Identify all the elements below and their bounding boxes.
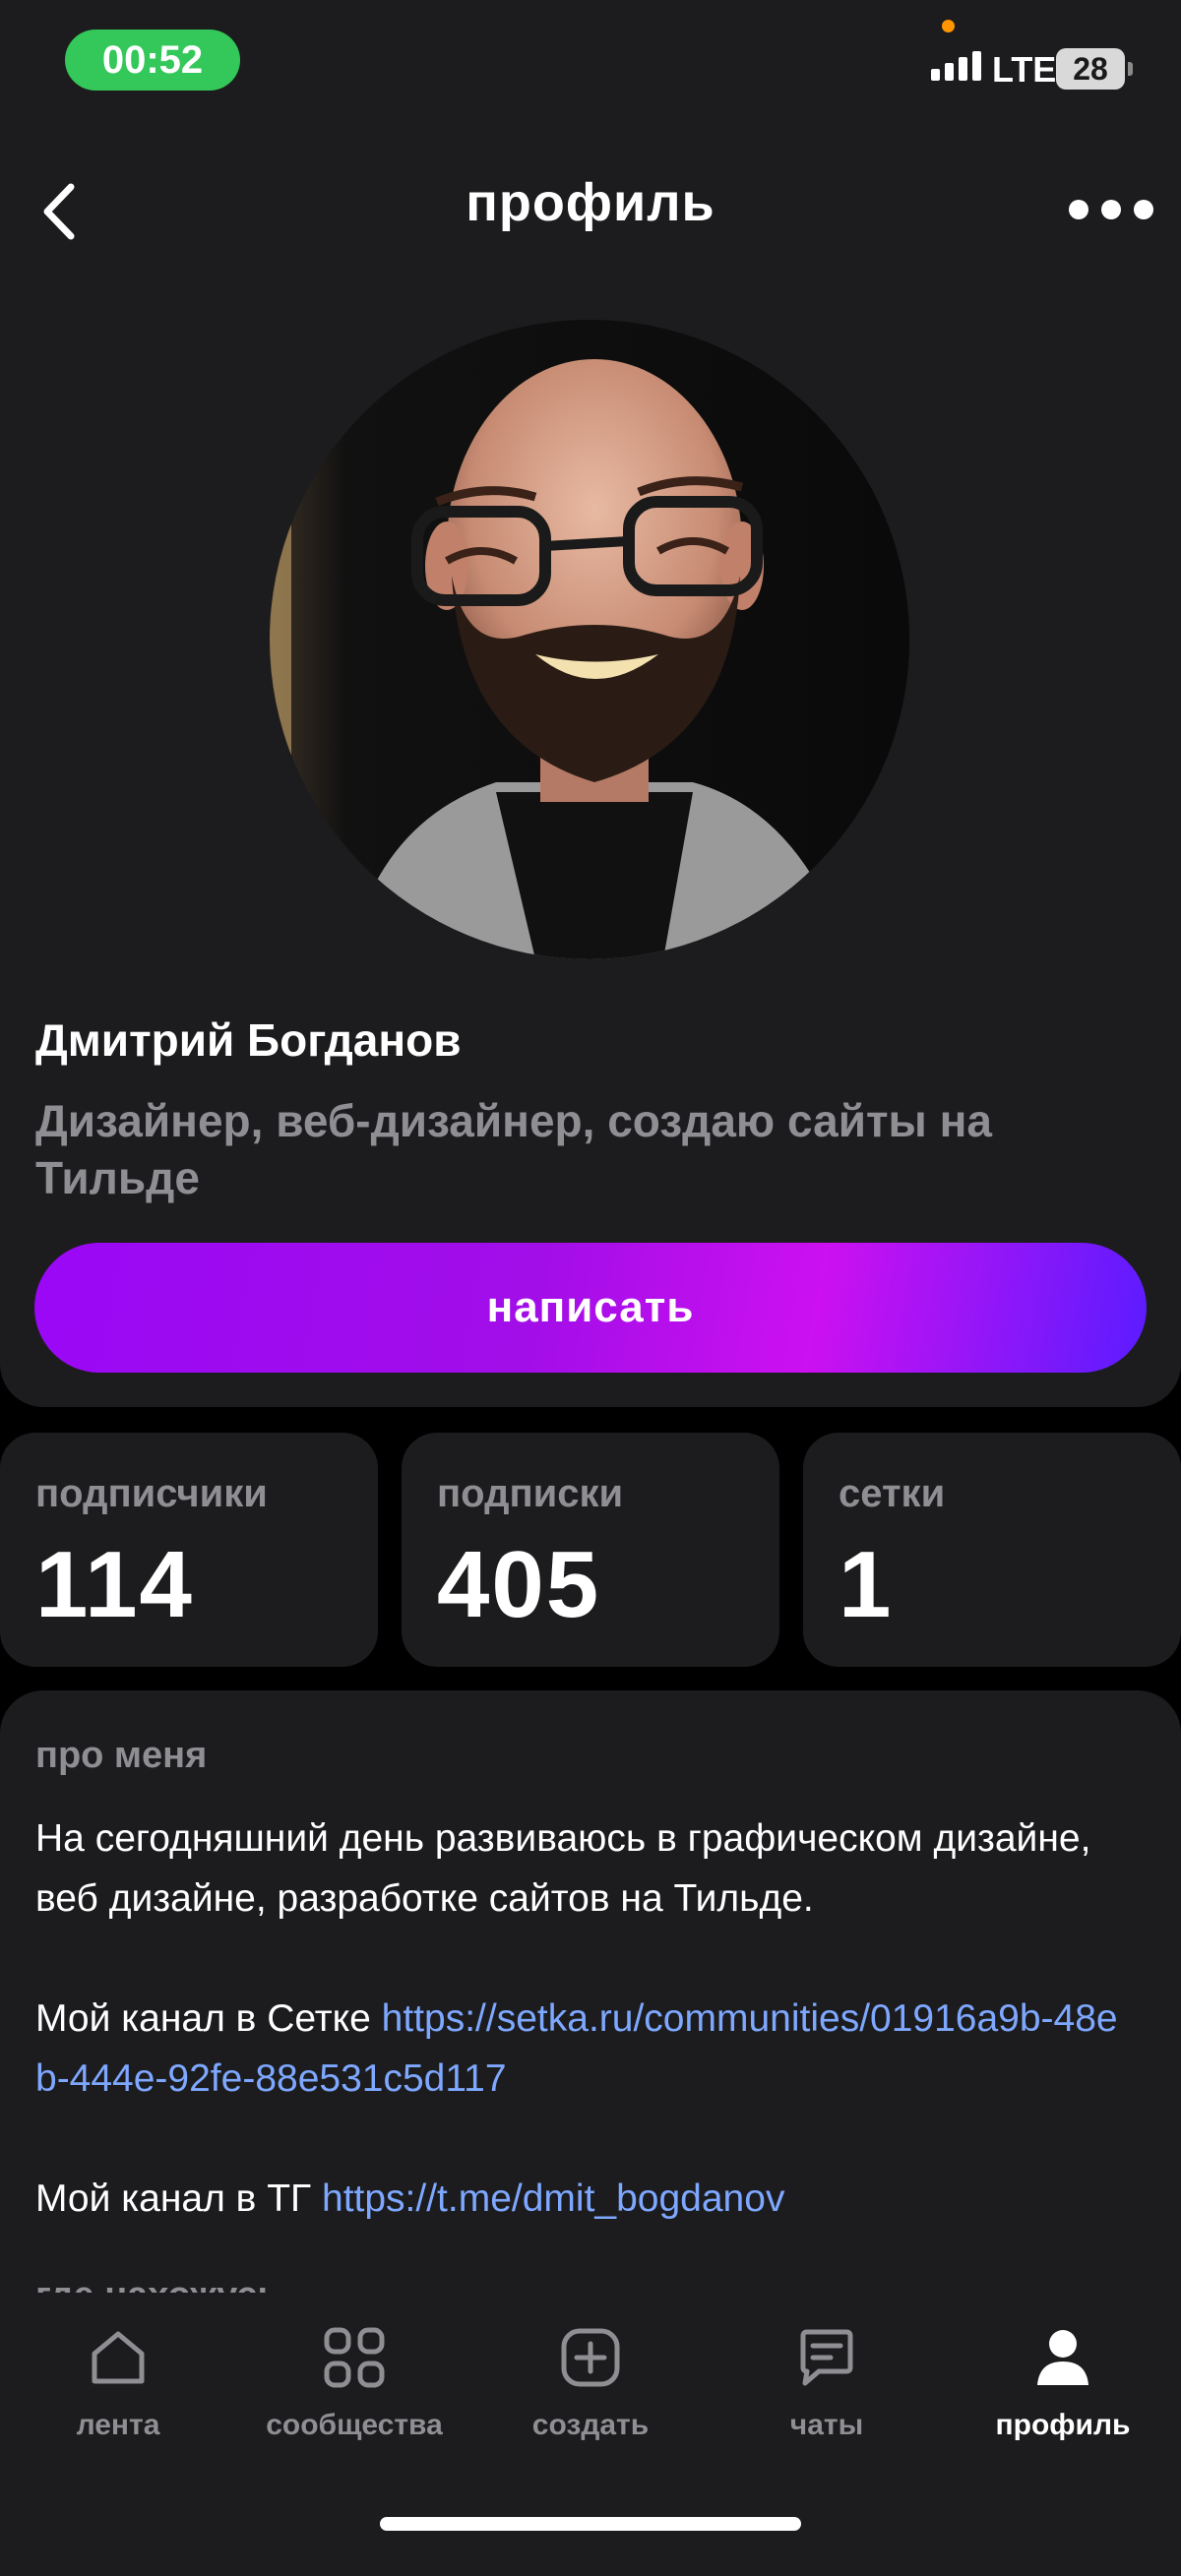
stat-label: подписчики: [35, 1472, 268, 1515]
battery-tip: [1128, 62, 1133, 76]
profile-bio: Дизайнер, веб-дизайнер, создаю сайты на …: [35, 1095, 992, 1203]
stat-value: 405: [437, 1532, 601, 1637]
nav-label: создать: [531, 2409, 650, 2441]
nav-item-chats[interactable]: чаты: [709, 2326, 945, 2442]
home-icon: [92, 2331, 145, 2384]
setka-prefix: Мой канал в Сетке: [35, 1997, 382, 2040]
page-title: профиль: [466, 173, 715, 232]
nav-label: сообщества: [266, 2409, 443, 2441]
chat-icon: [800, 2329, 853, 2386]
home-indicator: [380, 2517, 801, 2531]
nav-item-create[interactable]: создать: [472, 2326, 709, 2442]
about-text: На сегодняшний день развиваюсь в графиче…: [35, 1809, 1138, 2289]
nav-item-feed[interactable]: лента: [0, 2326, 236, 2442]
status-bar: 00:52 LTE 28: [0, 0, 1181, 118]
nav-item-profile[interactable]: профиль: [945, 2326, 1181, 2442]
stat-label: сетки: [839, 1472, 946, 1515]
setka-channel-line: Мой канал в Сетке https://setka.ru/commu…: [35, 1989, 1138, 2109]
nav-item-communities[interactable]: сообщества: [236, 2326, 472, 2442]
stat-following-card[interactable]: подписки 405: [402, 1433, 779, 1667]
about-title: про меня: [35, 1735, 208, 1776]
tg-link[interactable]: https://t.me/dmit_bogdanov: [322, 2177, 784, 2220]
bottom-nav: лента сообщества создать чаты профиль: [0, 2293, 1181, 2555]
person-icon: [1037, 2330, 1088, 2385]
about-paragraph: На сегодняшний день развиваюсь в графиче…: [35, 1817, 1091, 1920]
status-time[interactable]: 00:52: [65, 30, 240, 91]
nav-label: чаты: [789, 2409, 864, 2441]
battery-icon: 28: [1056, 48, 1125, 90]
stat-networks-card[interactable]: сетки 1: [803, 1433, 1181, 1667]
write-message-button[interactable]: написать: [34, 1243, 1147, 1373]
profile-name: Дмитрий Богданов: [35, 1014, 462, 1066]
stat-followers-card[interactable]: подписчики 114: [0, 1433, 378, 1667]
grid-icon: [324, 2327, 385, 2388]
nav-label: профиль: [995, 2409, 1131, 2441]
nav-label: лента: [76, 2409, 160, 2441]
tg-channel-line: Мой канал в ТГ https://t.me/dmit_bogdano…: [35, 2169, 1138, 2229]
signal-strength-icon: [931, 51, 981, 81]
more-dots-icon[interactable]: [1069, 200, 1153, 219]
network-type: LTE: [992, 49, 1057, 90]
stat-value: 114: [35, 1532, 194, 1637]
tg-prefix: Мой канал в ТГ: [35, 2177, 322, 2220]
stat-label: подписки: [437, 1472, 624, 1515]
stat-value: 1: [839, 1532, 894, 1637]
avatar: [270, 320, 909, 959]
privacy-indicator-dot: [942, 20, 955, 32]
plus-square-icon: [561, 2328, 620, 2387]
